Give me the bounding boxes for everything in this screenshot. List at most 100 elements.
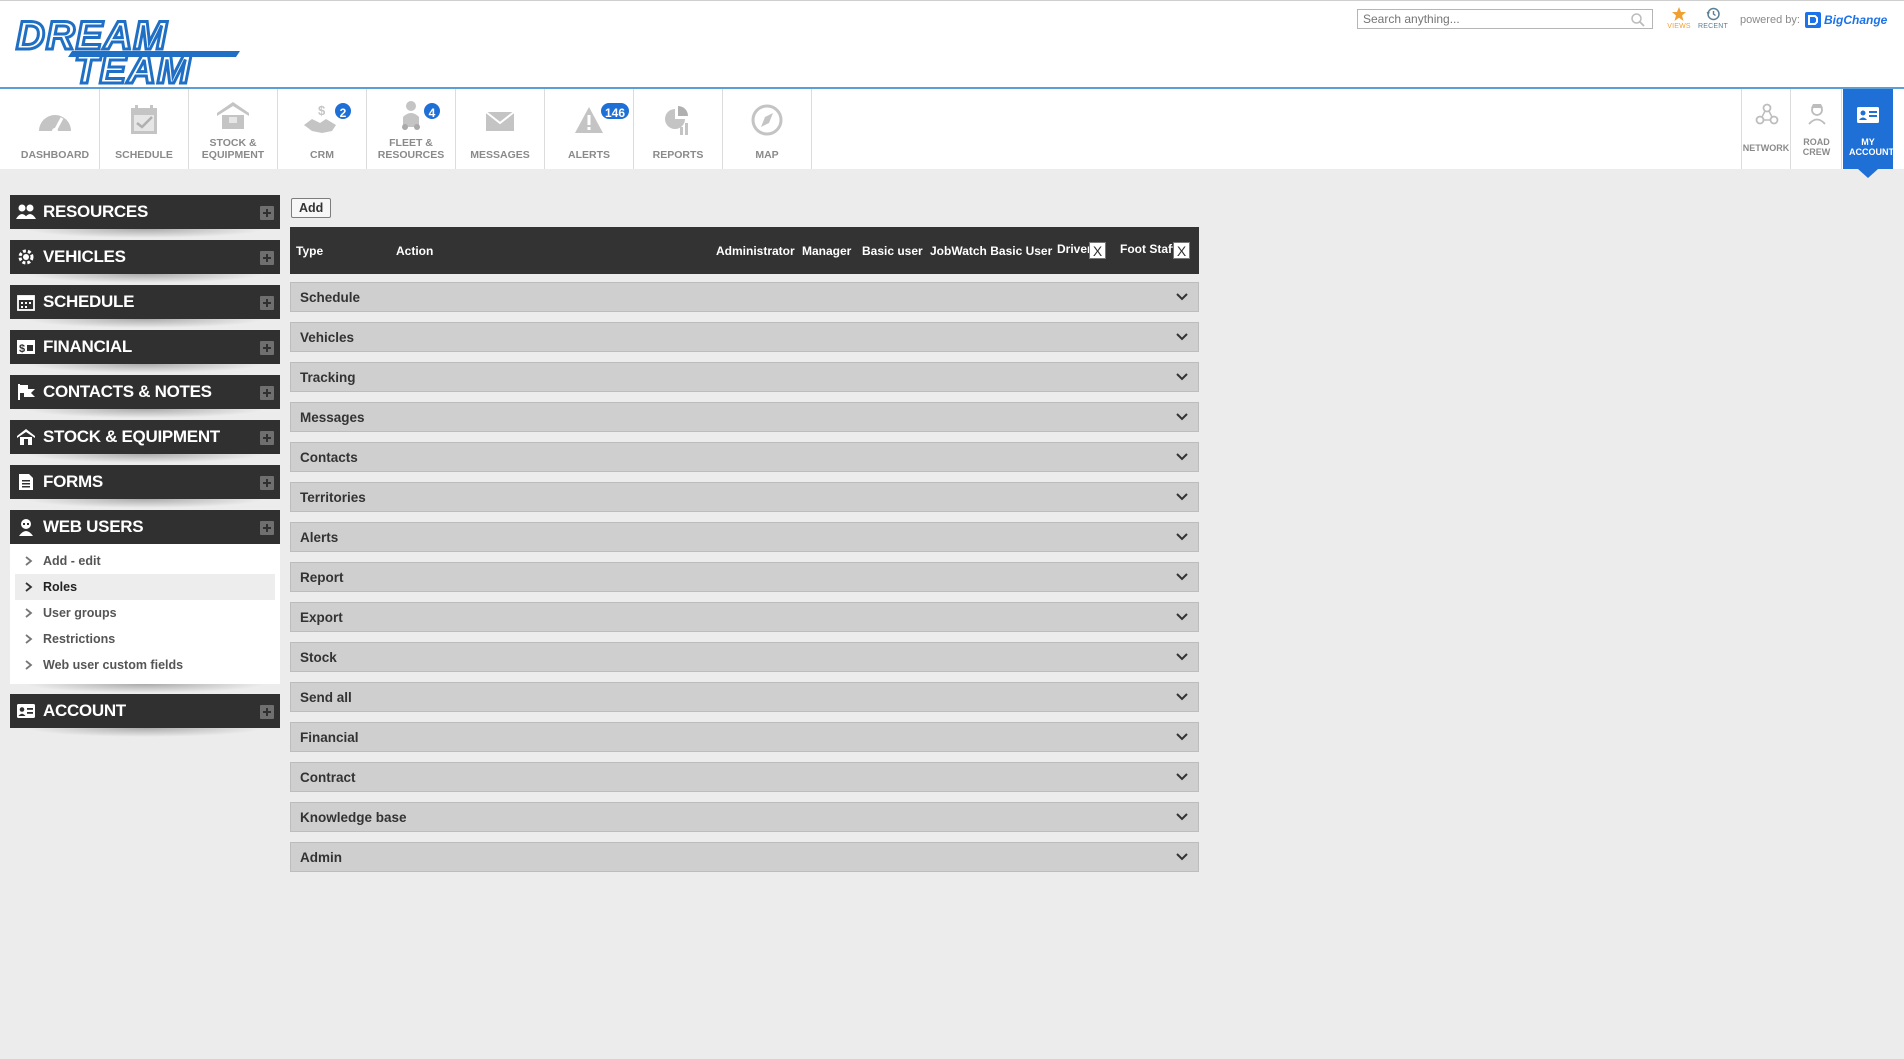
chevron-down-icon[interactable] bbox=[1176, 613, 1188, 621]
chevron-down-icon[interactable] bbox=[1176, 373, 1188, 381]
expand-icon[interactable] bbox=[260, 705, 274, 719]
shadow bbox=[25, 409, 265, 418]
search-input[interactable] bbox=[1357, 9, 1653, 29]
submenu-roles[interactable]: Roles bbox=[15, 574, 275, 600]
chevron-down-icon[interactable] bbox=[1176, 573, 1188, 581]
permission-group-row[interactable]: Contract bbox=[290, 762, 1199, 792]
sidebar-header-stock-equipment[interactable]: STOCK & EQUIPMENT bbox=[10, 420, 280, 454]
sidebar-header-schedule[interactable]: SCHEDULE bbox=[10, 285, 280, 319]
permission-group-row[interactable]: Export bbox=[290, 602, 1199, 632]
permission-group-row[interactable]: Tracking bbox=[290, 362, 1199, 392]
nav-schedule[interactable]: SCHEDULE bbox=[100, 89, 189, 169]
submenu-web-user-custom-fields[interactable]: Web user custom fields bbox=[15, 652, 275, 678]
column-action: Action bbox=[396, 244, 434, 258]
chevron-down-icon[interactable] bbox=[1176, 733, 1188, 741]
chevron-down-icon[interactable] bbox=[1176, 773, 1188, 781]
chevron-down-icon[interactable] bbox=[1176, 493, 1188, 501]
chevron-down-icon[interactable] bbox=[1176, 333, 1188, 341]
permission-group-row[interactable]: Stock bbox=[290, 642, 1199, 672]
gear-icon bbox=[18, 249, 34, 265]
sidebar-section-forms: FORMS bbox=[10, 465, 280, 508]
nav-network[interactable]: NETWORK bbox=[1741, 89, 1791, 169]
chevron-down-icon[interactable] bbox=[1176, 853, 1188, 861]
nav-label: FLEET & RESOURCES bbox=[377, 137, 445, 161]
permission-group-row[interactable]: Contacts bbox=[290, 442, 1199, 472]
chevron-down-icon[interactable] bbox=[1176, 413, 1188, 421]
powered-by-label: powered by: bbox=[1740, 14, 1800, 26]
dream-team-logo[interactable]: DREAM TEAM bbox=[12, 11, 244, 94]
submenu-label: Add - edit bbox=[43, 554, 101, 568]
submenu-add-edit[interactable]: Add - edit bbox=[15, 548, 275, 574]
permission-group-label: Contacts bbox=[300, 450, 358, 465]
history-icon bbox=[1706, 7, 1720, 21]
recent-button[interactable]: RECENT bbox=[1698, 6, 1728, 30]
sidebar-header-forms[interactable]: FORMS bbox=[10, 465, 280, 499]
expand-icon[interactable] bbox=[260, 521, 274, 535]
chevron-right-icon bbox=[25, 634, 33, 644]
active-tab-pointer bbox=[1858, 169, 1878, 178]
views-button[interactable]: VIEWS bbox=[1664, 6, 1694, 30]
bigchange-logo[interactable]: BigChange bbox=[1805, 11, 1887, 29]
nav-stock-equipment[interactable]: STOCK & EQUIPMENT bbox=[189, 89, 278, 169]
nav-my-account[interactable]: MY ACCOUNT bbox=[1843, 89, 1894, 169]
expand-icon[interactable] bbox=[260, 296, 274, 310]
permission-group-label: Admin bbox=[300, 850, 342, 865]
chevron-down-icon[interactable] bbox=[1176, 813, 1188, 821]
sidebar-section-resources: RESOURCES bbox=[10, 195, 280, 238]
expand-icon[interactable] bbox=[260, 476, 274, 490]
brand-name: BigChange bbox=[1824, 13, 1888, 27]
sidebar-header-account[interactable]: ACCOUNT bbox=[10, 694, 280, 728]
permission-group-label: Alerts bbox=[300, 530, 339, 545]
expand-icon[interactable] bbox=[260, 251, 274, 265]
nav-label: REPORTS bbox=[652, 149, 704, 161]
nav-label: NETWORK bbox=[1742, 143, 1790, 153]
expand-icon[interactable] bbox=[260, 341, 274, 355]
main-nav: DASHBOARD SCHEDULE STOCK & EQUIPMENT $ 2… bbox=[0, 89, 1904, 169]
search-icon[interactable] bbox=[1630, 12, 1646, 28]
nav-fleet-resources[interactable]: 4 FLEET & RESOURCES bbox=[367, 89, 456, 169]
add-role-button[interactable]: Add bbox=[291, 198, 332, 218]
chevron-down-icon[interactable] bbox=[1176, 653, 1188, 661]
submenu-restrictions[interactable]: Restrictions bbox=[15, 626, 275, 652]
expand-icon[interactable] bbox=[260, 431, 274, 445]
sidebar-header-contacts-notes[interactable]: CONTACTS & NOTES bbox=[10, 375, 280, 409]
permission-group-row[interactable]: Financial bbox=[290, 722, 1199, 752]
warehouse-icon bbox=[17, 429, 35, 445]
nav-dashboard[interactable]: DASHBOARD bbox=[11, 89, 100, 169]
sidebar-header-financial[interactable]: $ FINANCIAL bbox=[10, 330, 280, 364]
permission-group-row[interactable]: Admin bbox=[290, 842, 1199, 872]
id-card-icon bbox=[1857, 107, 1879, 123]
permission-group-row[interactable]: Schedule bbox=[290, 282, 1199, 312]
nav-crm[interactable]: $ 2 CRM bbox=[278, 89, 367, 169]
sidebar-section-vehicles: VEHICLES bbox=[10, 240, 280, 283]
chevron-down-icon[interactable] bbox=[1176, 293, 1188, 301]
nav-map[interactable]: MAP bbox=[723, 89, 812, 169]
expand-icon[interactable] bbox=[260, 386, 274, 400]
chevron-down-icon[interactable] bbox=[1176, 453, 1188, 461]
remove-foot-staff-role-button[interactable]: X bbox=[1173, 242, 1190, 259]
chevron-down-icon[interactable] bbox=[1176, 533, 1188, 541]
permission-group-row[interactable]: Alerts bbox=[290, 522, 1199, 552]
nav-messages[interactable]: MESSAGES bbox=[456, 89, 545, 169]
remove-driver-role-button[interactable]: X bbox=[1089, 242, 1106, 259]
permission-group-row[interactable]: Send all bbox=[290, 682, 1199, 712]
recent-label: RECENT bbox=[1698, 23, 1728, 30]
expand-icon[interactable] bbox=[260, 206, 274, 220]
permission-group-row[interactable]: Report bbox=[290, 562, 1199, 592]
submenu-user-groups[interactable]: User groups bbox=[15, 600, 275, 626]
shadow bbox=[25, 319, 265, 328]
sidebar-label: FORMS bbox=[43, 472, 103, 491]
permission-group-row[interactable]: Territories bbox=[290, 482, 1199, 512]
nav-reports[interactable]: REPORTS bbox=[634, 89, 723, 169]
chevron-down-icon[interactable] bbox=[1176, 693, 1188, 701]
permission-group-row[interactable]: Knowledge base bbox=[290, 802, 1199, 832]
permission-group-row[interactable]: Vehicles bbox=[290, 322, 1199, 352]
sidebar-header-vehicles[interactable]: VEHICLES bbox=[10, 240, 280, 274]
bigchange-icon bbox=[1805, 12, 1821, 28]
sidebar-label: VEHICLES bbox=[43, 247, 126, 266]
sidebar-header-web-users[interactable]: WEB USERS bbox=[10, 510, 280, 544]
sidebar-header-resources[interactable]: RESOURCES bbox=[10, 195, 280, 229]
nav-road-crew[interactable]: ROAD CREW bbox=[1792, 89, 1842, 169]
nav-alerts[interactable]: 146 ALERTS bbox=[545, 89, 634, 169]
permission-group-row[interactable]: Messages bbox=[290, 402, 1199, 432]
